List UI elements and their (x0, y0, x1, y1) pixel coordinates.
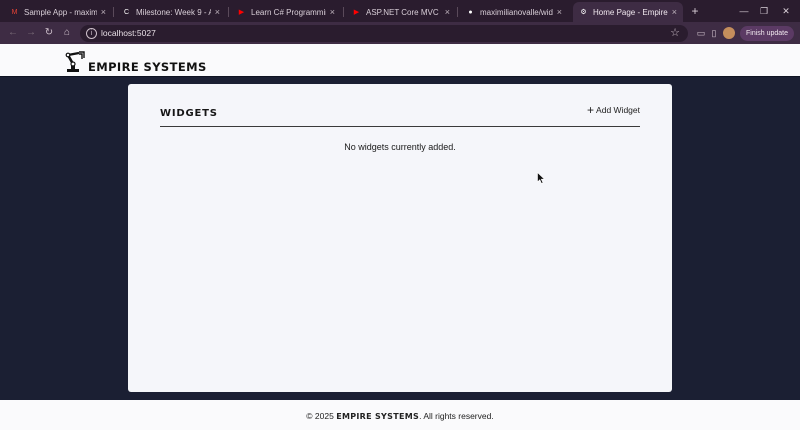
tab-close-icon[interactable]: × (101, 7, 106, 17)
url-text: localhost:5027 (101, 28, 156, 38)
tab-title: ASP.NET Core MVC Course (366, 7, 441, 17)
empty-state-message: No widgets currently added. (344, 142, 456, 152)
add-widget-button[interactable]: + Add Widget (587, 103, 640, 117)
widgets-title: WIDGETS (160, 108, 218, 119)
youtube-icon: ▶ (353, 9, 360, 16)
browser-tab[interactable]: M Sample App - maximilianova × (4, 2, 112, 22)
tab-separator (457, 7, 458, 17)
new-tab-button[interactable]: + (688, 3, 702, 19)
tab-close-icon[interactable]: × (672, 7, 677, 17)
close-window-button[interactable]: ✕ (776, 3, 796, 19)
cast-icon[interactable]: ▭ (694, 26, 708, 40)
browser-toolbar: ← → ↻ ⌂ i localhost:5027 ☆ ▭ ▯ Finish up… (0, 22, 800, 44)
mouse-cursor-icon (537, 172, 545, 184)
plus-icon: + (587, 103, 595, 117)
browser-tabstrip: M Sample App - maximilianova × C Milestone: … (0, 0, 800, 22)
tab-separator (343, 7, 344, 17)
tab-separator (228, 7, 229, 17)
forward-button[interactable]: → (24, 26, 38, 40)
address-bar[interactable]: i localhost:5027 ☆ (80, 25, 688, 42)
tab-close-icon[interactable]: × (215, 7, 220, 17)
tab-title: Milestone: Week 9 - AND101 (136, 7, 211, 17)
add-widget-label: Add Widget (596, 105, 640, 115)
tab-title: Home Page - Empire Systems (593, 7, 668, 17)
reload-button[interactable]: ↻ (42, 26, 56, 40)
browser-tab[interactable]: ⚙ Home Page - Empire Systems × (573, 2, 683, 22)
tab-separator (113, 7, 114, 17)
empire-favicon: ⚙ (580, 9, 587, 16)
tab-close-icon[interactable]: × (557, 7, 562, 17)
tab-close-icon[interactable]: × (445, 7, 450, 17)
tab-title: Sample App - maximilianova (24, 7, 97, 17)
copyright-prefix: © 2025 (306, 411, 334, 421)
codepath-icon: C (123, 8, 130, 16)
footer-brand: EMPIRE SYSTEMS (336, 412, 420, 421)
copyright-text: © 2025 EMPIRE SYSTEMS. All rights reserv… (0, 411, 800, 421)
finish-update-button[interactable]: Finish update (740, 26, 794, 41)
browser-tab[interactable]: ● maximilianovalle/widget-fac × (460, 2, 568, 22)
site-info-icon[interactable]: i (86, 28, 97, 39)
browser-tab[interactable]: ▶ ASP.NET Core MVC Course × (346, 2, 456, 22)
title-divider (160, 126, 640, 127)
extensions-icon[interactable]: ▯ (707, 26, 721, 40)
github-icon: ● (468, 8, 473, 16)
tab-title: Learn C# Programming – Fu (251, 7, 326, 17)
copyright-suffix: . All rights reserved. (419, 411, 494, 421)
site-footer: © 2025 EMPIRE SYSTEMS. All rights reserv… (0, 400, 800, 430)
maximize-button[interactable]: ❐ (754, 3, 774, 19)
site-brand[interactable]: EMPIRE SYSTEMS (88, 60, 207, 74)
browser-tab[interactable]: ▶ Learn C# Programming – Fu × (231, 2, 341, 22)
browser-tab[interactable]: C Milestone: Week 9 - AND101 × (116, 2, 226, 22)
robot-arm-logo-icon (65, 51, 85, 72)
tab-title: maximilianovalle/widget-fac (480, 7, 553, 17)
home-button[interactable]: ⌂ (60, 26, 74, 40)
profile-avatar[interactable] (723, 27, 735, 39)
back-button[interactable]: ← (6, 26, 20, 40)
widgets-panel: WIDGETS + Add Widget No widgets currentl… (128, 84, 672, 392)
gmail-icon: M (11, 8, 18, 16)
tab-close-icon[interactable]: × (330, 7, 335, 17)
minimize-button[interactable]: — (734, 3, 754, 19)
bookmark-star-icon[interactable]: ☆ (670, 26, 680, 39)
youtube-icon: ▶ (238, 9, 245, 16)
